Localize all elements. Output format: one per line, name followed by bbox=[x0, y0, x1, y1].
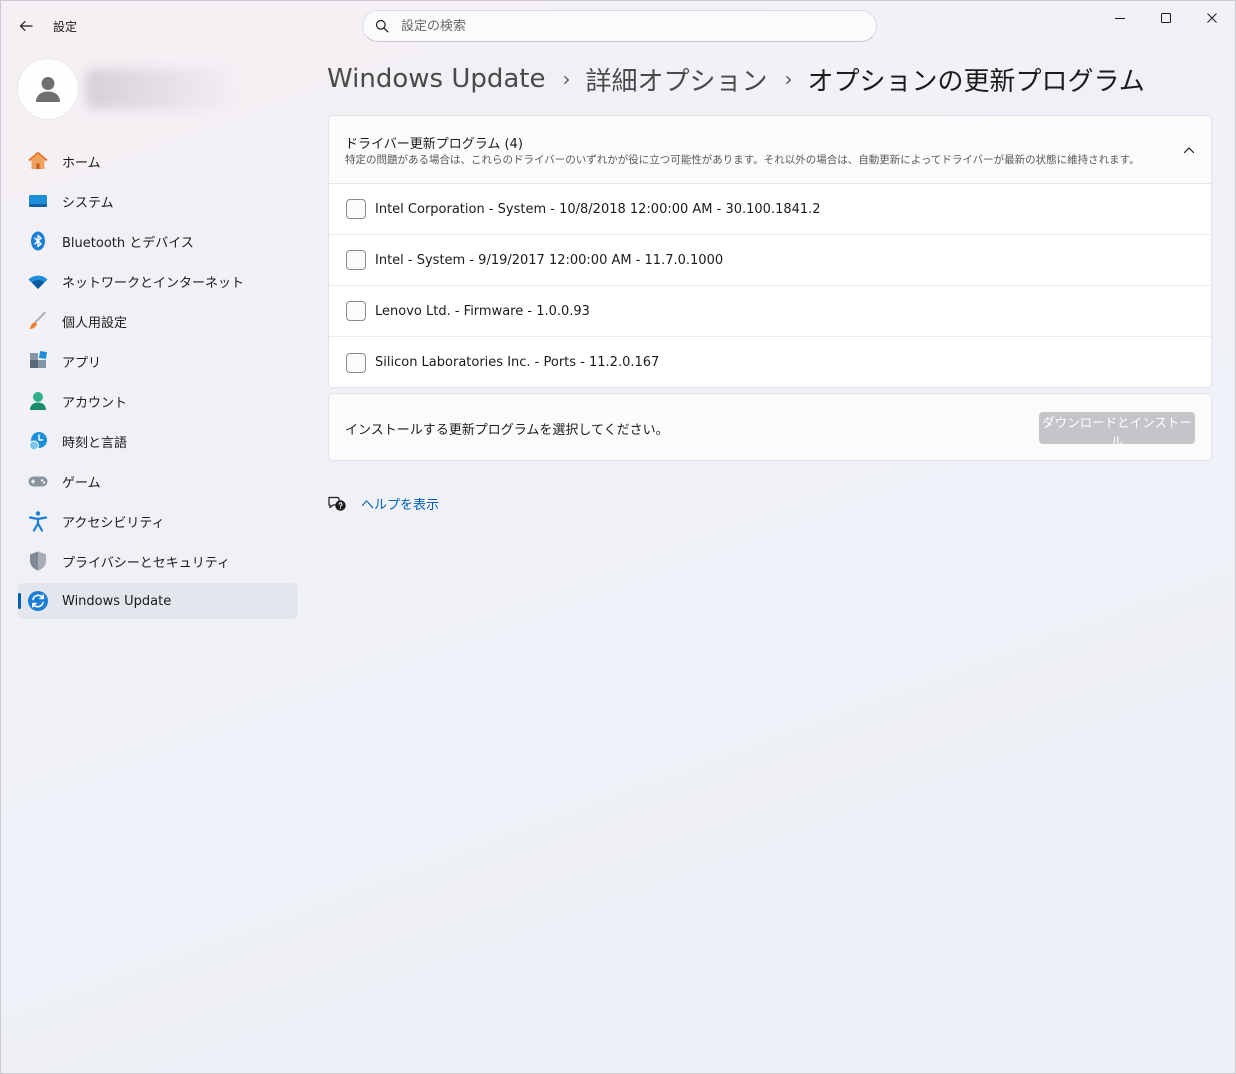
sidebar-item-home[interactable]: ホーム bbox=[18, 143, 298, 179]
sidebar-item-label: ゲーム bbox=[62, 475, 101, 491]
sidebar-item-label: アプリ bbox=[62, 355, 102, 371]
download-install-button[interactable]: ダウンロードとインストール bbox=[1039, 412, 1195, 449]
back-button[interactable] bbox=[11, 11, 41, 41]
help-link[interactable]: ヘルプを表示 bbox=[361, 494, 439, 513]
driver-updates-header[interactable]: ドライバー更新プログラム (4) 特定の問題がある場合は、これらのドライバーのい… bbox=[329, 116, 1211, 184]
avatar[interactable] bbox=[18, 59, 78, 119]
driver-updates-title: ドライバー更新プログラム (4) bbox=[345, 137, 523, 152]
list-item[interactable]: Lenovo Ltd. - Firmware - 1.0.0.93 bbox=[329, 286, 1211, 337]
sidebar-item-label: ホーム bbox=[62, 155, 101, 171]
title-bar: 設定 bbox=[1, 1, 1235, 49]
driver-checkbox[interactable] bbox=[346, 352, 366, 373]
sidebar-item-windows-update[interactable]: Windows Update bbox=[18, 583, 298, 619]
brush-icon bbox=[27, 310, 49, 332]
breadcrumb: Windows Update › 詳細オプション › オプションの更新プログラム bbox=[327, 59, 1145, 99]
sidebar-item-label: ネットワークとインターネット bbox=[62, 275, 245, 291]
maximize-button[interactable] bbox=[1143, 1, 1189, 35]
back-arrow-icon bbox=[19, 20, 33, 32]
driver-updates-description: 特定の問題がある場合は、これらのドライバーのいずれかが役に立つ可能性があります。… bbox=[345, 154, 1140, 166]
wifi-icon bbox=[27, 270, 49, 292]
sidebar-item-personalization[interactable]: 個人用設定 bbox=[18, 303, 298, 339]
close-icon bbox=[1207, 13, 1217, 23]
user-profile[interactable] bbox=[18, 59, 298, 121]
driver-list: Intel Corporation - System - 10/8/2018 1… bbox=[329, 184, 1211, 387]
sidebar-item-system[interactable]: システム bbox=[18, 183, 298, 219]
close-button[interactable] bbox=[1189, 1, 1235, 35]
search-box[interactable] bbox=[362, 10, 877, 42]
bluetooth-icon bbox=[27, 230, 49, 252]
list-item[interactable]: Intel Corporation - System - 10/8/2018 1… bbox=[329, 184, 1211, 235]
sidebar-item-label: Bluetooth とデバイス bbox=[62, 235, 194, 251]
list-item[interactable]: Silicon Laboratories Inc. - Ports - 11.2… bbox=[329, 337, 1211, 387]
sidebar-item-label: 時刻と言語 bbox=[62, 435, 128, 451]
sidebar-nav: ホーム システム Bluetooth とデバイス ネットワークとインターネット … bbox=[18, 143, 298, 623]
sidebar-item-accounts[interactable]: アカウント bbox=[18, 383, 298, 419]
sidebar-item-label: アカウント bbox=[62, 395, 128, 411]
minimize-button[interactable] bbox=[1097, 1, 1143, 35]
account-icon bbox=[27, 390, 49, 412]
person-icon bbox=[36, 77, 60, 102]
maximize-icon bbox=[1161, 13, 1171, 23]
driver-label: Silicon Laboratories Inc. - Ports - 11.2… bbox=[375, 355, 660, 370]
help-icon bbox=[328, 496, 346, 511]
shield-icon bbox=[27, 550, 49, 572]
sidebar-item-network[interactable]: ネットワークとインターネット bbox=[18, 263, 298, 299]
install-message: インストールする更新プログラムを選択してください。 bbox=[345, 423, 669, 438]
time-language-icon bbox=[27, 430, 49, 452]
driver-updates-card: ドライバー更新プログラム (4) 特定の問題がある場合は、これらのドライバーのい… bbox=[328, 115, 1212, 388]
search-icon bbox=[375, 19, 389, 33]
apps-icon bbox=[27, 350, 49, 372]
sidebar-item-accessibility[interactable]: アクセシビリティ bbox=[18, 503, 298, 539]
driver-label: Lenovo Ltd. - Firmware - 1.0.0.93 bbox=[375, 303, 590, 319]
accessibility-icon bbox=[27, 510, 49, 532]
driver-checkbox[interactable] bbox=[346, 199, 366, 219]
system-icon bbox=[27, 190, 49, 212]
help-link-row[interactable]: ヘルプを表示 bbox=[327, 493, 439, 513]
sidebar-item-label: Windows Update bbox=[62, 593, 172, 609]
search-input[interactable] bbox=[401, 18, 841, 34]
windows-update-icon bbox=[27, 590, 49, 612]
driver-checkbox[interactable] bbox=[346, 250, 366, 270]
gamepad-icon bbox=[27, 470, 49, 492]
chevron-right-icon: › bbox=[784, 67, 793, 91]
settings-window: 設定 設定の検索 ホーム システム Bluetooth とデバイス ネットワーク… bbox=[0, 0, 1236, 1074]
sidebar-item-gaming[interactable]: ゲーム bbox=[18, 463, 298, 499]
profile-name-redacted bbox=[86, 69, 236, 109]
window-controls bbox=[1097, 1, 1235, 35]
sidebar-item-apps[interactable]: アプリ bbox=[18, 343, 298, 379]
sidebar-item-label: システム bbox=[62, 195, 114, 211]
driver-label: Intel - System - 9/19/2017 12:00:00 AM -… bbox=[375, 252, 724, 268]
install-card: インストールする更新プログラムを選択してください。 ダウンロードとインストール bbox=[328, 393, 1212, 461]
sidebar-item-label: プライバシーとセキュリティ bbox=[62, 555, 230, 571]
breadcrumb-windows-update[interactable]: Windows Update bbox=[327, 64, 546, 94]
page-title: オプションの更新プログラム bbox=[807, 66, 1145, 97]
breadcrumb-advanced-options[interactable]: 詳細オプション bbox=[586, 61, 768, 98]
driver-label: Intel Corporation - System - 10/8/2018 1… bbox=[375, 201, 821, 217]
driver-checkbox[interactable] bbox=[346, 301, 366, 321]
chevron-right-icon: › bbox=[562, 67, 571, 91]
list-item[interactable]: Intel - System - 9/19/2017 12:00:00 AM -… bbox=[329, 235, 1211, 286]
chevron-up-icon[interactable] bbox=[1181, 142, 1197, 158]
app-title: 設定 bbox=[53, 20, 78, 34]
home-icon bbox=[27, 150, 49, 172]
sidebar-item-label: 個人用設定 bbox=[62, 315, 128, 331]
sidebar-item-privacy[interactable]: プライバシーとセキュリティ bbox=[18, 543, 298, 579]
sidebar-item-time-language[interactable]: 時刻と言語 bbox=[18, 423, 298, 459]
sidebar-item-bluetooth[interactable]: Bluetooth とデバイス bbox=[18, 223, 298, 259]
sidebar-item-label: アクセシビリティ bbox=[62, 515, 165, 531]
minimize-icon bbox=[1115, 18, 1125, 19]
